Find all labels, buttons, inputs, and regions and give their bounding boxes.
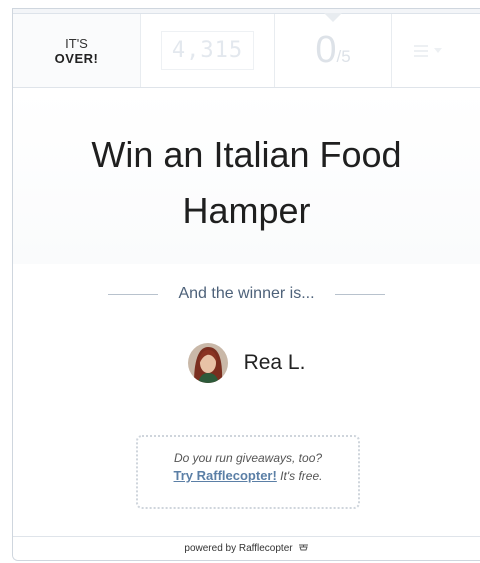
total-entries-count: 4,315 bbox=[160, 31, 255, 70]
winner-row: Rea L. bbox=[13, 343, 480, 383]
status-top-text: IT'S bbox=[65, 35, 88, 51]
avatar bbox=[187, 343, 228, 383]
winner-heading: And the winner is... bbox=[13, 285, 480, 303]
your-entries-max: /5 bbox=[336, 46, 351, 66]
left-rule bbox=[108, 293, 159, 295]
your-entries-count: 0 bbox=[315, 29, 337, 71]
total-entries-cell: 4,315 bbox=[141, 14, 275, 87]
notch-indicator bbox=[324, 13, 342, 22]
try-rafflecopter-link[interactable]: Try Rafflecopter! bbox=[174, 468, 277, 483]
winner-name: Rea L. bbox=[243, 351, 306, 374]
giveaway-widget: IT'S OVER! 4,315 0 /5 Win an Italian Foo… bbox=[12, 8, 480, 561]
list-menu-icon[interactable] bbox=[414, 44, 428, 57]
winner-heading-text: And the winner is... bbox=[178, 285, 315, 302]
powered-by-footer[interactable]: powered by Rafflecopter bbox=[13, 536, 480, 560]
right-rule bbox=[334, 293, 385, 295]
promo-box: Do you run giveaways, too? Try Rafflecop… bbox=[136, 435, 360, 509]
your-entries-cell: 0 /5 bbox=[275, 13, 392, 87]
promo-question: Do you run giveaways, too? bbox=[173, 451, 323, 465]
options-menu[interactable] bbox=[392, 14, 480, 87]
status-cell: IT'S OVER! bbox=[13, 14, 141, 87]
footer-text[interactable]: powered by Rafflecopter bbox=[184, 543, 292, 554]
widget-header: IT'S OVER! 4,315 0 /5 bbox=[13, 13, 480, 88]
giveaway-title: Win an Italian Food Hamper bbox=[91, 134, 402, 231]
caret-down-icon[interactable] bbox=[434, 48, 442, 53]
title-section: Win an Italian Food Hamper bbox=[13, 89, 480, 264]
promo-suffix: It's free. bbox=[276, 469, 323, 483]
rafflecopter-logo-icon bbox=[298, 543, 309, 554]
promo-cta: Try Rafflecopter! It's free. bbox=[138, 467, 358, 485]
status-bottom-text: OVER! bbox=[54, 50, 99, 66]
